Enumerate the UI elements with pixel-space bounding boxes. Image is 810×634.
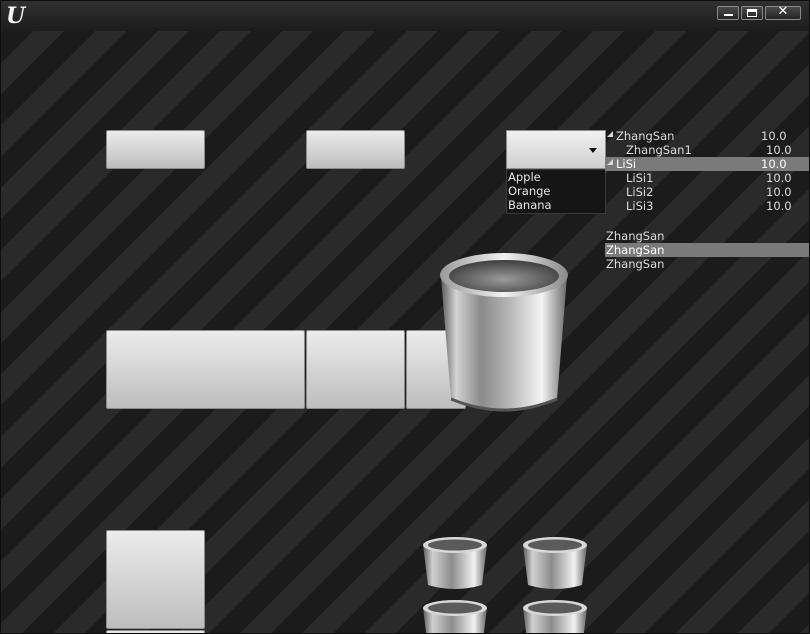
- window-controls: ✕: [715, 4, 801, 20]
- trash-can-small-icon[interactable]: [521, 598, 589, 634]
- tree-row-lisi3[interactable]: LiSi3 10.0: [605, 199, 809, 213]
- list-item[interactable]: ZhangSan: [605, 229, 809, 243]
- tree-row-lisi1[interactable]: LiSi1 10.0: [605, 171, 809, 185]
- tree-row-value: 10.0: [766, 143, 792, 157]
- trash-can-small-icon[interactable]: [421, 598, 489, 634]
- tree-view: ZhangSan 10.0 ZhangSan1 10.0 LiSi 10.0 L…: [605, 129, 809, 213]
- fruit-combo-box[interactable]: [506, 130, 606, 169]
- tree-row-lisi[interactable]: LiSi 10.0: [605, 157, 809, 171]
- unreal-logo-icon: U: [6, 3, 26, 29]
- tree-row-name: ZhangSan: [616, 129, 675, 143]
- trash-can-icon[interactable]: [437, 249, 572, 417]
- list-item[interactable]: ZhangSan: [605, 243, 809, 257]
- tree-row-value: 10.0: [766, 185, 792, 199]
- button-3[interactable]: [306, 330, 405, 409]
- tree-row-lisi2[interactable]: LiSi2 10.0: [605, 185, 809, 199]
- tree-row-value: 10.0: [766, 199, 792, 213]
- tree-row-name: LiSi1: [626, 171, 654, 185]
- tree-row-zhangsan[interactable]: ZhangSan 10.0: [605, 129, 809, 143]
- trash-can-small-icon[interactable]: [521, 535, 589, 591]
- list-item[interactable]: ZhangSan: [605, 257, 809, 271]
- list-view: ZhangSan ZhangSan ZhangSan: [605, 229, 809, 271]
- button-bottom-partial[interactable]: [106, 630, 205, 633]
- button-square[interactable]: [106, 530, 205, 629]
- tree-row-name: LiSi2: [626, 185, 654, 199]
- maximize-button[interactable]: [741, 6, 763, 20]
- combo-dropdown-list: Apple Orange Banana: [506, 169, 606, 214]
- button-1[interactable]: [106, 130, 205, 169]
- close-button[interactable]: ✕: [765, 4, 801, 20]
- button-wide[interactable]: [106, 330, 305, 409]
- tree-row-value: 10.0: [761, 157, 787, 171]
- tree-row-value: 10.0: [761, 129, 787, 143]
- tree-row-name: LiSi: [616, 157, 637, 171]
- chevron-down-icon: [589, 148, 597, 153]
- expander-arrow-icon[interactable]: [607, 159, 613, 165]
- app-window: U ✕ Apple Orange Banana ZhangSan 10.0 Zh…: [0, 0, 810, 634]
- tree-row-name: LiSi3: [626, 199, 654, 213]
- minimize-button[interactable]: [717, 6, 739, 20]
- tree-row-name: ZhangSan1: [626, 143, 692, 157]
- tree-row-value: 10.0: [766, 171, 792, 185]
- button-2[interactable]: [306, 130, 405, 169]
- title-bar[interactable]: U ✕: [1, 1, 809, 31]
- tree-row-zhangsan1[interactable]: ZhangSan1 10.0: [605, 143, 809, 157]
- combo-option-apple[interactable]: Apple: [507, 170, 605, 184]
- combo-option-banana[interactable]: Banana: [507, 198, 605, 212]
- trash-can-small-icon[interactable]: [421, 535, 489, 591]
- maximize-icon: [747, 9, 757, 17]
- minimize-icon: [724, 14, 733, 16]
- expander-arrow-icon[interactable]: [607, 131, 613, 137]
- close-icon: ✕: [777, 4, 789, 19]
- combo-option-orange[interactable]: Orange: [507, 184, 605, 198]
